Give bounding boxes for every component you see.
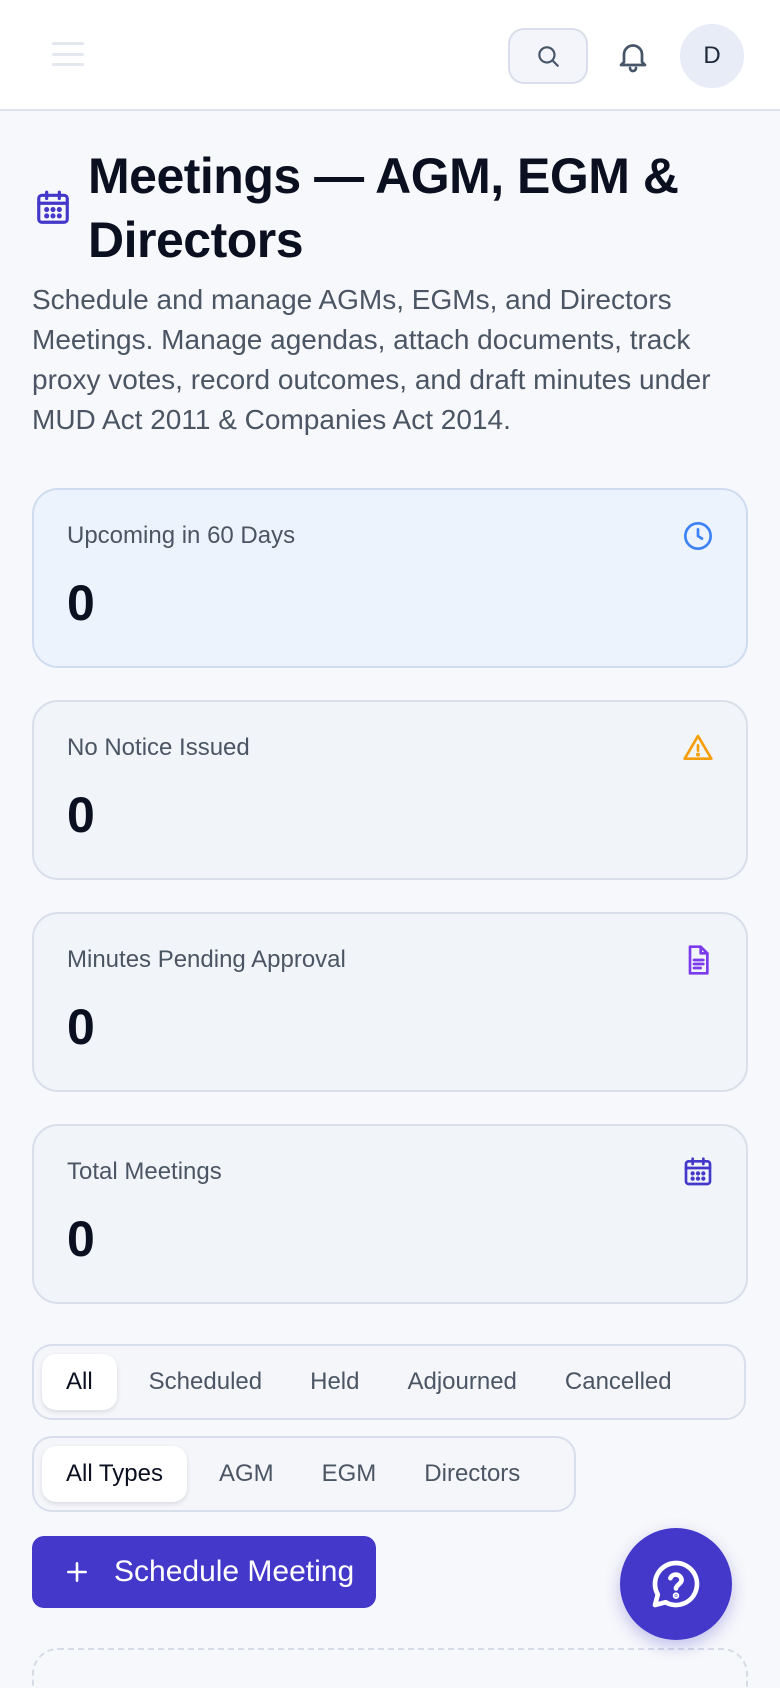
search-button[interactable] [508,28,588,84]
stat-label: Minutes Pending Approval [67,946,346,973]
stat-label: Total Meetings [67,1158,222,1185]
page-description: Schedule and manage AGMs, EGMs, and Dire… [32,284,711,435]
stat-value: 0 [67,787,95,843]
status-filter: All Scheduled Held Adjourned Cancelled [32,1344,746,1420]
schedule-meeting-button[interactable]: Schedule Meeting [32,1536,376,1608]
notifications-button[interactable] [610,30,656,82]
type-tab-directors[interactable]: Directors [400,1446,544,1502]
stat-value: 0 [67,1211,95,1267]
type-tab-egm[interactable]: EGM [298,1446,401,1502]
menu-icon[interactable] [52,42,84,66]
stat-card-total: Total Meetings 0 [32,1124,748,1304]
stat-card-minutes-pending: Minutes Pending Approval 0 [32,912,748,1092]
stat-value: 0 [67,575,95,631]
help-button[interactable] [620,1528,732,1640]
status-tab-all[interactable]: All [42,1354,117,1410]
status-tab-held[interactable]: Held [286,1354,383,1410]
stat-card-upcoming: Upcoming in 60 Days 0 [32,488,748,668]
plus-icon [67,1562,87,1582]
calendar-icon [684,1157,712,1186]
stat-label: Upcoming in 60 Days [67,522,296,549]
avatar[interactable]: D [680,24,744,88]
stat-label: No Notice Issued [67,734,250,761]
status-tab-cancelled[interactable]: Cancelled [541,1354,696,1410]
search-icon [538,46,559,67]
status-tab-scheduled[interactable]: Scheduled [125,1354,286,1410]
schedule-meeting-label: Schedule Meeting [114,1555,355,1588]
type-tab-agm[interactable]: AGM [195,1446,298,1502]
warning-icon [683,734,713,760]
stat-value: 0 [67,999,95,1055]
type-tab-all-types[interactable]: All Types [42,1446,187,1502]
meetings-list-panel [32,1648,748,1688]
clock-icon [684,522,712,550]
calendar-icon [37,190,69,224]
type-filter: All Types AGM EGM Directors [32,1436,576,1512]
status-tab-adjourned[interactable]: Adjourned [383,1354,540,1410]
document-icon [688,945,709,975]
help-chat-icon [652,1560,700,1608]
stat-card-no-notice: No Notice Issued 0 [32,700,748,880]
page-title: Meetings — AGM, EGM & Directors [88,148,679,268]
bell-icon [619,44,647,73]
top-bar: D [0,0,780,111]
